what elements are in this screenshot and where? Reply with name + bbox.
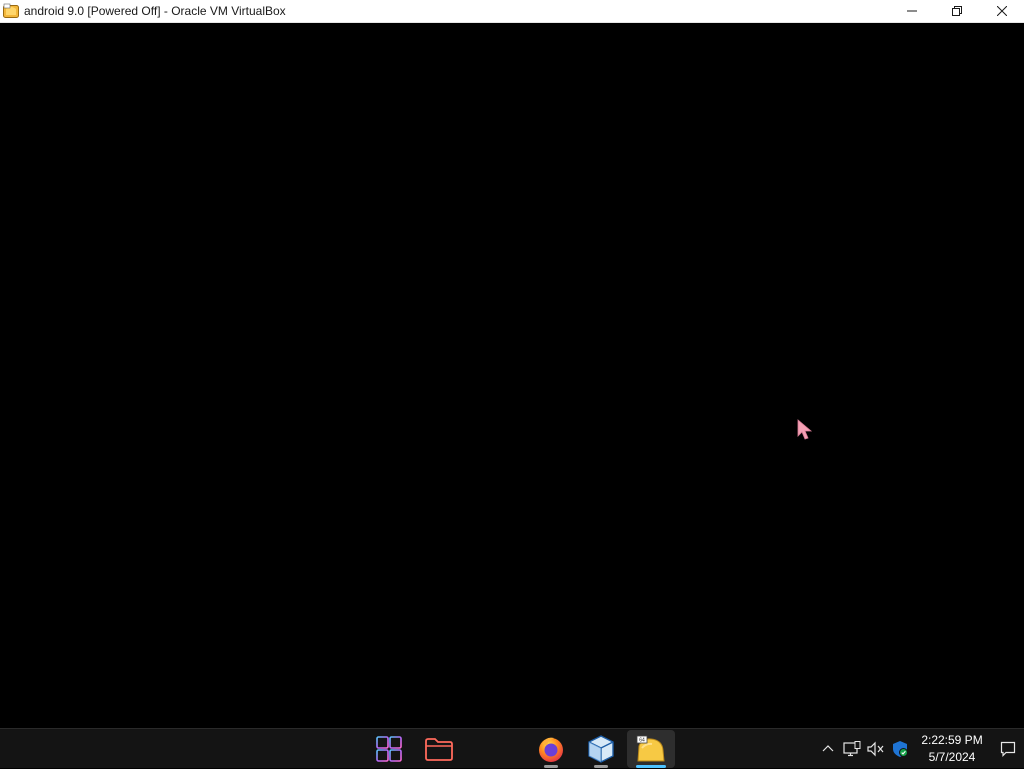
folder-icon [425,738,453,761]
window-titlebar[interactable]: android 9.0 [Powered Off] - Oracle VM Vi… [0,0,1024,23]
virtualbox-icon [588,735,614,763]
volume-button[interactable] [864,729,888,769]
taskbar-apps: 64 [364,729,676,769]
android-vm-button[interactable]: 64 [627,730,675,768]
clock-time: 2:22:59 PM [921,733,983,747]
network-button[interactable] [840,729,864,769]
security-button[interactable] [888,729,912,769]
minimize-icon [906,10,917,12]
system-tray: 2:22:59 PM 5/7/2024 [816,729,1024,769]
window-title: android 9.0 [Powered Off] - Oracle VM Vi… [24,4,286,18]
restore-icon [951,6,962,16]
svg-text:64: 64 [639,738,645,744]
chevron-up-icon [822,745,834,752]
vm-icon [2,3,19,20]
start-button[interactable] [365,730,413,768]
restore-button[interactable] [934,0,979,23]
vm-icon: 64 [636,735,665,762]
taskbar-gap [465,730,525,768]
virtualbox-button[interactable] [577,730,625,768]
network-icon [843,741,861,757]
clock-date: 5/7/2024 [928,750,976,764]
notification-button[interactable] [992,729,1024,769]
defender-icon [893,741,908,757]
file-explorer-button[interactable] [415,730,463,768]
taskbar: 64 2:22:59 PM 5/7/2024 [0,728,1024,768]
firefox-button[interactable] [527,730,575,768]
window-controls [889,0,1024,23]
close-icon [996,6,1007,16]
mouse-cursor-icon [797,419,813,440]
vm-display[interactable] [0,23,1024,728]
volume-muted-icon [867,741,884,757]
start-icon [376,736,402,762]
taskbar-clock[interactable]: 2:22:59 PM 5/7/2024 [916,732,988,766]
firefox-icon [539,737,563,762]
notification-icon [1000,741,1016,757]
close-button[interactable] [979,0,1024,23]
show-hidden-icons-button[interactable] [816,729,840,769]
minimize-button[interactable] [889,0,934,23]
